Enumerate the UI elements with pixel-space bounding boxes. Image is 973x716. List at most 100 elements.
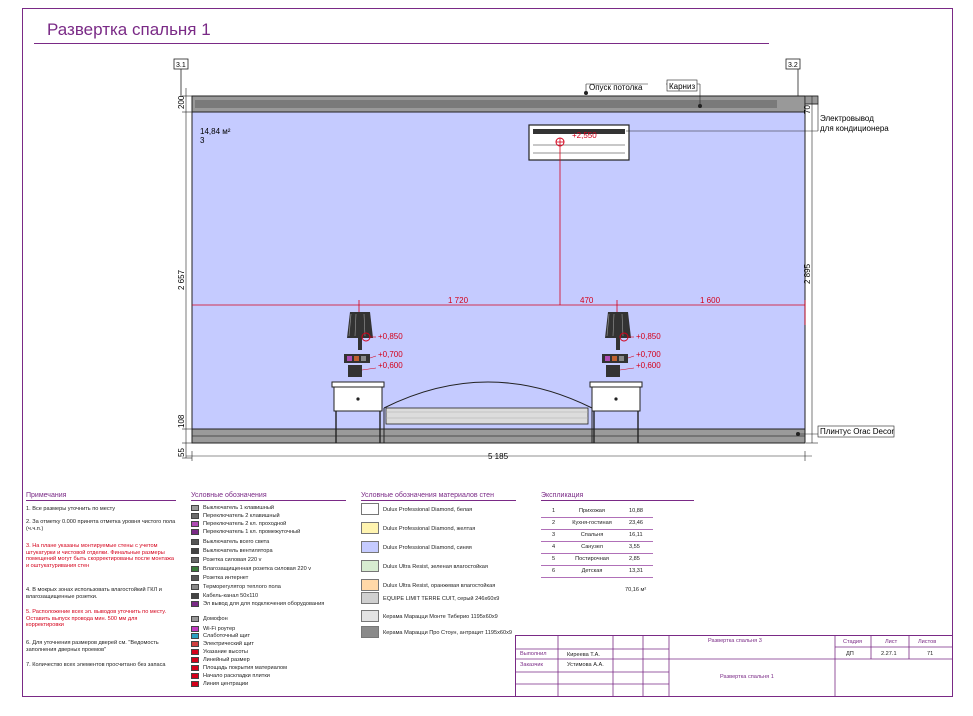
- legend-symbol: [191, 626, 199, 632]
- material-swatch: [361, 626, 379, 638]
- legend-label: Эл вывод для для подключения оборудовани…: [203, 601, 325, 607]
- right-outlet-low: [606, 365, 620, 377]
- legend-symbol: [191, 513, 199, 519]
- material-item: Dulux Ultra Resist, зеленая влагостойкая: [361, 560, 488, 572]
- material-item: Dulux Ultra Resist, оранжевая влагостойк…: [361, 579, 495, 591]
- stamp-sheets-header: Листов: [918, 639, 937, 645]
- dim-seg1: 1 720: [448, 296, 469, 305]
- stamp-role1: Выполнил: [520, 651, 547, 657]
- dim-right-height: 2 895: [803, 263, 812, 284]
- legend-label: Начало раскладки плитки: [203, 673, 270, 679]
- legend-symbol: [191, 521, 199, 527]
- legend-item: Линейный размер: [191, 657, 250, 663]
- legend-symbol: [191, 681, 199, 687]
- cornice-label: Карниз: [669, 82, 695, 91]
- explication-total: 70,16 м²: [625, 587, 647, 593]
- stamp-sheet-header: Лист: [885, 639, 898, 645]
- plinth-label: Плинтус Orac Decor: [820, 427, 894, 436]
- materials-title: Условные обозначения материалов стен: [361, 492, 494, 499]
- material-item: Dulux Professional Diamond, синяя: [361, 541, 472, 553]
- legend-symbol: [191, 575, 199, 581]
- legend-item: Переключатель 2 кл. проходной: [191, 521, 286, 527]
- explication-area: 16,11: [629, 532, 643, 538]
- explication-room: Детская: [581, 568, 603, 574]
- explication-room: Спальня: [580, 532, 604, 538]
- note-item: 4. В мокрых зонах использовать влагостой…: [26, 587, 162, 600]
- ac-outlet-label-line1: Электровывод: [820, 114, 874, 123]
- legend-item: Выключатель вентилятора: [191, 548, 273, 554]
- legend-label: Выключатель всего света: [203, 539, 270, 545]
- right-mark-a: +0,850: [636, 332, 661, 341]
- legend-label: Кабель-канал 50х110: [203, 593, 259, 599]
- note-item: 7. Количество всех элементов просчитано …: [26, 662, 166, 668]
- bed-mattress: [385, 407, 589, 425]
- legend-symbol: [191, 593, 199, 599]
- left-mark-b: +0,700: [378, 350, 403, 359]
- legend-label: Выключатель 1 клавишный: [203, 505, 275, 511]
- material-label: Dulux Ultra Resist, зеленая влагостойкая: [383, 564, 488, 570]
- legend-symbol: [191, 529, 199, 535]
- legend-item: Площадь покрытия материалом: [191, 665, 287, 671]
- legend-symbol: [191, 505, 199, 511]
- stamp-drawing-name: Развертка спальня 1: [720, 674, 774, 680]
- explication-area: 10,88: [629, 508, 643, 514]
- legend-item: Wi-Fi роутер: [191, 626, 235, 632]
- section-marker-right-label: 3.2: [788, 62, 798, 69]
- legend-item: Домофон: [191, 616, 228, 622]
- material-label: Керама Марацци Монте Тиберио 1195х60х9: [383, 614, 498, 620]
- wall-surface: [191, 111, 806, 430]
- stamp-stage-header: Стадия: [843, 639, 863, 645]
- legend-label: Площадь покрытия материалом: [203, 665, 287, 671]
- material-swatch: [361, 579, 379, 591]
- dim-right-top: 70: [803, 105, 812, 114]
- legend-label: Терморегулятор теплого пола: [203, 584, 281, 590]
- legend-symbol: [191, 584, 199, 590]
- legend-symbol: [191, 566, 199, 572]
- elevation-drawing: 3.1 3.2 Опуск потолка Карниз +2,550 Элек…: [173, 58, 894, 461]
- note-item: 5. Расположение всех эл. выводов уточнит…: [26, 609, 167, 629]
- legend-label: Розетка силовая 220 v: [203, 557, 262, 563]
- legend-title: Условные обозначения: [191, 492, 267, 499]
- legend-item: Розетка силовая 220 v: [191, 557, 261, 563]
- ceiling-step: [804, 95, 819, 105]
- dim-left-height: 2 657: [177, 269, 186, 290]
- explication-area: 3,55: [629, 544, 640, 550]
- material-item: Dulux Professional Diamond, белая: [361, 503, 472, 515]
- ac-outlet-label-line2: для кондиционера: [820, 124, 889, 133]
- legend-symbol: [191, 548, 199, 554]
- explication-title: Экспликация: [541, 492, 584, 499]
- ac-height-mark: +2,550: [572, 131, 597, 140]
- stamp-sheets: 71: [927, 651, 934, 657]
- material-label: Dulux Professional Diamond, желтая: [383, 526, 476, 532]
- room-area: 14,84 м²: [200, 127, 231, 136]
- explication-room: Прихожая: [579, 508, 605, 514]
- explication-num: 6: [552, 568, 556, 574]
- left-mark-a: +0,850: [378, 332, 403, 341]
- stamp-role2: Заказчик: [520, 662, 543, 668]
- legend-item: Переключатель 2 клавишный: [191, 513, 280, 519]
- dim-seg3: 1 600: [700, 296, 721, 305]
- explication-num: 1: [552, 508, 556, 514]
- material-swatch: [361, 541, 379, 553]
- explication-row-line: [541, 541, 653, 542]
- legend-underline: [191, 500, 346, 501]
- material-item: Керама Марацци Монте Тиберио 1195х60х9: [361, 610, 498, 622]
- stamp-name1: Киреева Т.А.: [567, 652, 600, 658]
- material-item: Dulux Professional Diamond, желтая: [361, 522, 475, 534]
- nightstand-right: [589, 381, 643, 388]
- legend-item: Начало раскладки плитки: [191, 673, 270, 679]
- notes-title: Примечания: [26, 492, 67, 499]
- explication-area: 13,31: [629, 568, 643, 574]
- nightstand-left: [331, 381, 385, 388]
- legend-item: Выключатель всего света: [191, 539, 269, 545]
- legend-symbol: [191, 649, 199, 655]
- legend-item: Розетка интернет: [191, 575, 248, 581]
- legend-label: Линейный размер: [203, 657, 250, 663]
- material-swatch: [361, 560, 379, 572]
- legend-item: Переключатель 1 кл. промежуточный: [191, 529, 300, 535]
- legend-label: Электрический щит: [203, 641, 254, 647]
- explication-row-line: [541, 565, 653, 566]
- material-swatch: [361, 610, 379, 622]
- legend-item: Терморегулятор теплого пола: [191, 584, 281, 590]
- stamp-name2: Устимова А.А.: [567, 662, 604, 668]
